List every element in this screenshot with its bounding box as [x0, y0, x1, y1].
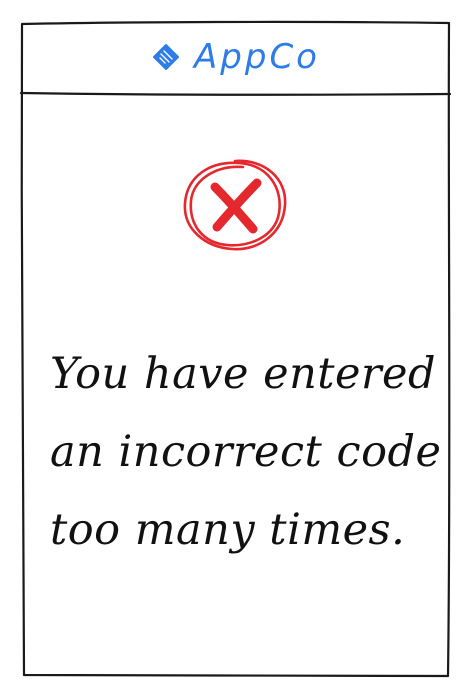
error-message: You have entered an incorrect code too m…: [50, 335, 442, 569]
brand-name: AppCo: [194, 37, 320, 77]
message-line: too many times.: [50, 505, 406, 555]
diamond-logo-icon: [153, 44, 180, 70]
header-divider: [19, 91, 452, 96]
screen: AppCo You have entered an incorrect code…: [0, 0, 474, 694]
message-line: an incorrect code: [50, 427, 442, 477]
error-x-icon: [183, 159, 287, 251]
message-line: You have entered: [50, 349, 437, 399]
app-header: AppCo: [22, 22, 450, 92]
